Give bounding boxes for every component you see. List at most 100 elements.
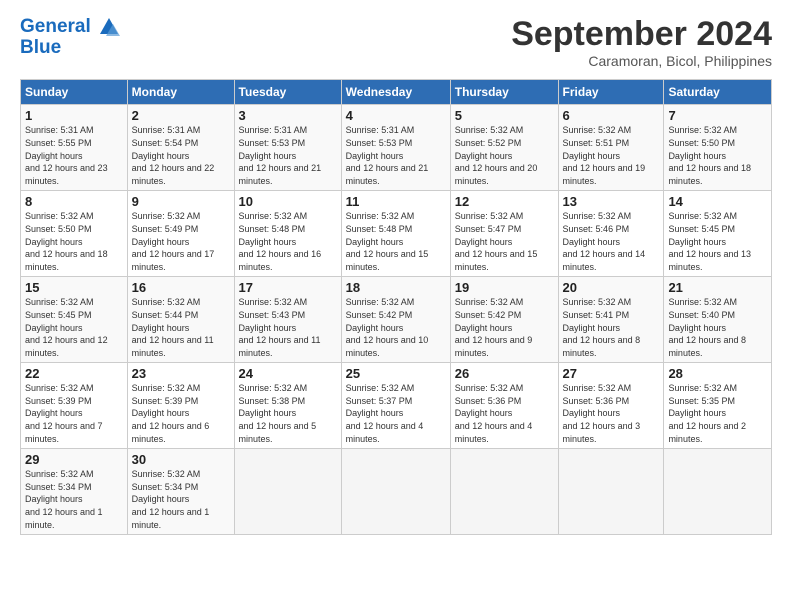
day-number: 11 xyxy=(346,194,446,209)
day-number: 16 xyxy=(132,280,230,295)
day-number: 8 xyxy=(25,194,123,209)
day-number: 24 xyxy=(239,366,337,381)
calendar-week-row: 29 Sunrise: 5:32 AMSunset: 5:34 PMDaylig… xyxy=(21,449,772,535)
day-number: 22 xyxy=(25,366,123,381)
day-info: Sunrise: 5:32 AMSunset: 5:36 PMDaylight … xyxy=(455,383,533,443)
table-row: 16 Sunrise: 5:32 AMSunset: 5:44 PMDaylig… xyxy=(127,277,234,363)
table-row: 17 Sunrise: 5:32 AMSunset: 5:43 PMDaylig… xyxy=(234,277,341,363)
day-info: Sunrise: 5:32 AMSunset: 5:42 PMDaylight … xyxy=(455,297,533,357)
day-info: Sunrise: 5:32 AMSunset: 5:45 PMDaylight … xyxy=(668,211,751,271)
day-number: 25 xyxy=(346,366,446,381)
day-info: Sunrise: 5:32 AMSunset: 5:48 PMDaylight … xyxy=(346,211,429,271)
day-number: 28 xyxy=(668,366,767,381)
table-row: 11 Sunrise: 5:32 AMSunset: 5:48 PMDaylig… xyxy=(341,191,450,277)
day-number: 1 xyxy=(25,108,123,123)
day-info: Sunrise: 5:32 AMSunset: 5:51 PMDaylight … xyxy=(563,125,646,185)
table-row: 20 Sunrise: 5:32 AMSunset: 5:41 PMDaylig… xyxy=(558,277,664,363)
day-info: Sunrise: 5:31 AMSunset: 5:55 PMDaylight … xyxy=(25,125,108,185)
table-row: 6 Sunrise: 5:32 AMSunset: 5:51 PMDayligh… xyxy=(558,105,664,191)
day-number: 27 xyxy=(563,366,660,381)
header-saturday: Saturday xyxy=(664,80,772,105)
table-row: 22 Sunrise: 5:32 AMSunset: 5:39 PMDaylig… xyxy=(21,363,128,449)
day-info: Sunrise: 5:31 AMSunset: 5:54 PMDaylight … xyxy=(132,125,215,185)
days-header-row: Sunday Monday Tuesday Wednesday Thursday… xyxy=(21,80,772,105)
header-tuesday: Tuesday xyxy=(234,80,341,105)
header-wednesday: Wednesday xyxy=(341,80,450,105)
table-row: 28 Sunrise: 5:32 AMSunset: 5:35 PMDaylig… xyxy=(664,363,772,449)
day-info: Sunrise: 5:32 AMSunset: 5:39 PMDaylight … xyxy=(25,383,103,443)
day-info: Sunrise: 5:32 AMSunset: 5:39 PMDaylight … xyxy=(132,383,210,443)
day-number: 5 xyxy=(455,108,554,123)
calendar-week-row: 8 Sunrise: 5:32 AMSunset: 5:50 PMDayligh… xyxy=(21,191,772,277)
logo: General Blue xyxy=(20,16,120,59)
table-row: 14 Sunrise: 5:32 AMSunset: 5:45 PMDaylig… xyxy=(664,191,772,277)
table-row: 29 Sunrise: 5:32 AMSunset: 5:34 PMDaylig… xyxy=(21,449,128,535)
day-info: Sunrise: 5:32 AMSunset: 5:45 PMDaylight … xyxy=(25,297,108,357)
table-row: 26 Sunrise: 5:32 AMSunset: 5:36 PMDaylig… xyxy=(450,363,558,449)
table-row: 3 Sunrise: 5:31 AMSunset: 5:53 PMDayligh… xyxy=(234,105,341,191)
header-thursday: Thursday xyxy=(450,80,558,105)
day-info: Sunrise: 5:32 AMSunset: 5:35 PMDaylight … xyxy=(668,383,746,443)
table-row xyxy=(450,449,558,535)
table-row: 10 Sunrise: 5:32 AMSunset: 5:48 PMDaylig… xyxy=(234,191,341,277)
day-info: Sunrise: 5:32 AMSunset: 5:38 PMDaylight … xyxy=(239,383,317,443)
day-info: Sunrise: 5:32 AMSunset: 5:41 PMDaylight … xyxy=(563,297,641,357)
day-number: 4 xyxy=(346,108,446,123)
day-info: Sunrise: 5:32 AMSunset: 5:47 PMDaylight … xyxy=(455,211,538,271)
day-number: 18 xyxy=(346,280,446,295)
day-info: Sunrise: 5:32 AMSunset: 5:43 PMDaylight … xyxy=(239,297,321,357)
day-number: 21 xyxy=(668,280,767,295)
table-row: 15 Sunrise: 5:32 AMSunset: 5:45 PMDaylig… xyxy=(21,277,128,363)
table-row: 1 Sunrise: 5:31 AMSunset: 5:55 PMDaylight… xyxy=(21,105,128,191)
day-number: 3 xyxy=(239,108,337,123)
table-row: 23 Sunrise: 5:32 AMSunset: 5:39 PMDaylig… xyxy=(127,363,234,449)
calendar-table: Sunday Monday Tuesday Wednesday Thursday… xyxy=(20,79,772,535)
day-number: 10 xyxy=(239,194,337,209)
day-number: 7 xyxy=(668,108,767,123)
table-row: 21 Sunrise: 5:32 AMSunset: 5:40 PMDaylig… xyxy=(664,277,772,363)
day-number: 23 xyxy=(132,366,230,381)
day-info: Sunrise: 5:32 AMSunset: 5:50 PMDaylight … xyxy=(25,211,108,271)
day-info: Sunrise: 5:31 AMSunset: 5:53 PMDaylight … xyxy=(346,125,429,185)
table-row: 7 Sunrise: 5:32 AMSunset: 5:50 PMDayligh… xyxy=(664,105,772,191)
table-row: 18 Sunrise: 5:32 AMSunset: 5:42 PMDaylig… xyxy=(341,277,450,363)
title-area: September 2024 Caramoran, Bicol, Philipp… xyxy=(511,16,772,69)
day-number: 14 xyxy=(668,194,767,209)
day-info: Sunrise: 5:32 AMSunset: 5:42 PMDaylight … xyxy=(346,297,429,357)
day-number: 6 xyxy=(563,108,660,123)
table-row: 12 Sunrise: 5:32 AMSunset: 5:47 PMDaylig… xyxy=(450,191,558,277)
day-number: 13 xyxy=(563,194,660,209)
calendar-week-row: 22 Sunrise: 5:32 AMSunset: 5:39 PMDaylig… xyxy=(21,363,772,449)
day-info: Sunrise: 5:32 AMSunset: 5:37 PMDaylight … xyxy=(346,383,424,443)
day-info: Sunrise: 5:32 AMSunset: 5:48 PMDaylight … xyxy=(239,211,322,271)
table-row: 24 Sunrise: 5:32 AMSunset: 5:38 PMDaylig… xyxy=(234,363,341,449)
day-number: 26 xyxy=(455,366,554,381)
table-row xyxy=(558,449,664,535)
day-number: 30 xyxy=(132,452,230,467)
table-row xyxy=(341,449,450,535)
header-sunday: Sunday xyxy=(21,80,128,105)
location-subtitle: Caramoran, Bicol, Philippines xyxy=(511,53,772,69)
day-info: Sunrise: 5:32 AMSunset: 5:40 PMDaylight … xyxy=(668,297,746,357)
day-info: Sunrise: 5:32 AMSunset: 5:52 PMDaylight … xyxy=(455,125,538,185)
table-row: 27 Sunrise: 5:32 AMSunset: 5:36 PMDaylig… xyxy=(558,363,664,449)
day-info: Sunrise: 5:32 AMSunset: 5:34 PMDaylight … xyxy=(132,469,210,529)
day-number: 29 xyxy=(25,452,123,467)
day-info: Sunrise: 5:32 AMSunset: 5:44 PMDaylight … xyxy=(132,297,214,357)
calendar-week-row: 1 Sunrise: 5:31 AMSunset: 5:55 PMDaylight… xyxy=(21,105,772,191)
table-row: 4 Sunrise: 5:31 AMSunset: 5:53 PMDayligh… xyxy=(341,105,450,191)
table-row xyxy=(664,449,772,535)
table-row: 2 Sunrise: 5:31 AMSunset: 5:54 PMDayligh… xyxy=(127,105,234,191)
page-header: General Blue September 2024 Caramoran, B… xyxy=(20,16,772,69)
day-info: Sunrise: 5:32 AMSunset: 5:36 PMDaylight … xyxy=(563,383,641,443)
logo-general: General xyxy=(20,16,91,37)
table-row: 5 Sunrise: 5:32 AMSunset: 5:52 PMDayligh… xyxy=(450,105,558,191)
table-row: 13 Sunrise: 5:32 AMSunset: 5:46 PMDaylig… xyxy=(558,191,664,277)
header-monday: Monday xyxy=(127,80,234,105)
day-number: 12 xyxy=(455,194,554,209)
table-row: 8 Sunrise: 5:32 AMSunset: 5:50 PMDayligh… xyxy=(21,191,128,277)
calendar-week-row: 15 Sunrise: 5:32 AMSunset: 5:45 PMDaylig… xyxy=(21,277,772,363)
day-info: Sunrise: 5:32 AMSunset: 5:46 PMDaylight … xyxy=(563,211,646,271)
day-info: Sunrise: 5:32 AMSunset: 5:50 PMDaylight … xyxy=(668,125,751,185)
day-info: Sunrise: 5:31 AMSunset: 5:53 PMDaylight … xyxy=(239,125,322,185)
